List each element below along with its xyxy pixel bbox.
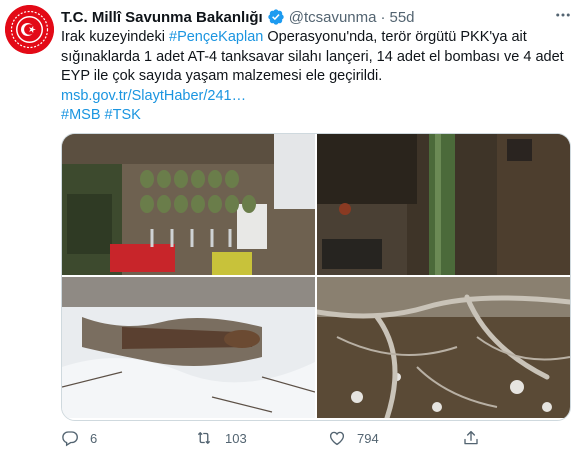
reply-icon bbox=[61, 429, 79, 447]
verified-badge-icon bbox=[267, 8, 285, 26]
like-count: 794 bbox=[357, 430, 379, 446]
action-bar: 6 103 794 bbox=[61, 428, 491, 448]
timestamp[interactable]: 55d bbox=[389, 9, 414, 26]
like-button[interactable]: 794 bbox=[328, 429, 462, 447]
url-link[interactable]: msb.gov.tr/SlaytHaber/241… bbox=[61, 88, 246, 104]
photo-ammunition[interactable] bbox=[62, 134, 315, 275]
retweet-icon bbox=[194, 429, 214, 447]
hashtag-link[interactable]: #TSK bbox=[105, 107, 141, 123]
tweet-text: Irak kuzeyindeki #PençeKaplan Operasyonu… bbox=[61, 28, 571, 126]
separator-dot: · bbox=[380, 8, 386, 26]
tweet-header: T.C. Millî Savunma Bakanlığı @tcsavunma … bbox=[61, 6, 572, 28]
retweet-count: 103 bbox=[225, 430, 247, 446]
msb-logo bbox=[5, 5, 54, 54]
handle[interactable]: @tcsavunma bbox=[289, 9, 377, 26]
hashtag-link[interactable]: #PençeKaplan bbox=[169, 29, 263, 45]
media-grid bbox=[61, 133, 571, 421]
tweet: T.C. Millî Savunma Bakanlığı @tcsavunma … bbox=[0, 0, 582, 462]
hashtag-link[interactable]: #MSB bbox=[61, 107, 101, 123]
share-button[interactable] bbox=[462, 429, 480, 447]
reply-button[interactable]: 6 bbox=[61, 429, 194, 447]
display-name[interactable]: T.C. Millî Savunma Bakanlığı bbox=[61, 9, 263, 26]
photo-roots[interactable] bbox=[317, 277, 570, 418]
tweet-text-part: Irak kuzeyindeki bbox=[61, 29, 169, 45]
retweet-button[interactable]: 103 bbox=[194, 429, 328, 447]
photo-launcher[interactable] bbox=[317, 134, 570, 275]
like-icon bbox=[328, 429, 346, 447]
reply-count: 6 bbox=[90, 430, 98, 446]
avatar[interactable] bbox=[5, 5, 54, 54]
share-icon bbox=[462, 429, 480, 447]
photo-shell-snow[interactable] bbox=[62, 277, 315, 418]
more-icon[interactable] bbox=[554, 6, 572, 24]
